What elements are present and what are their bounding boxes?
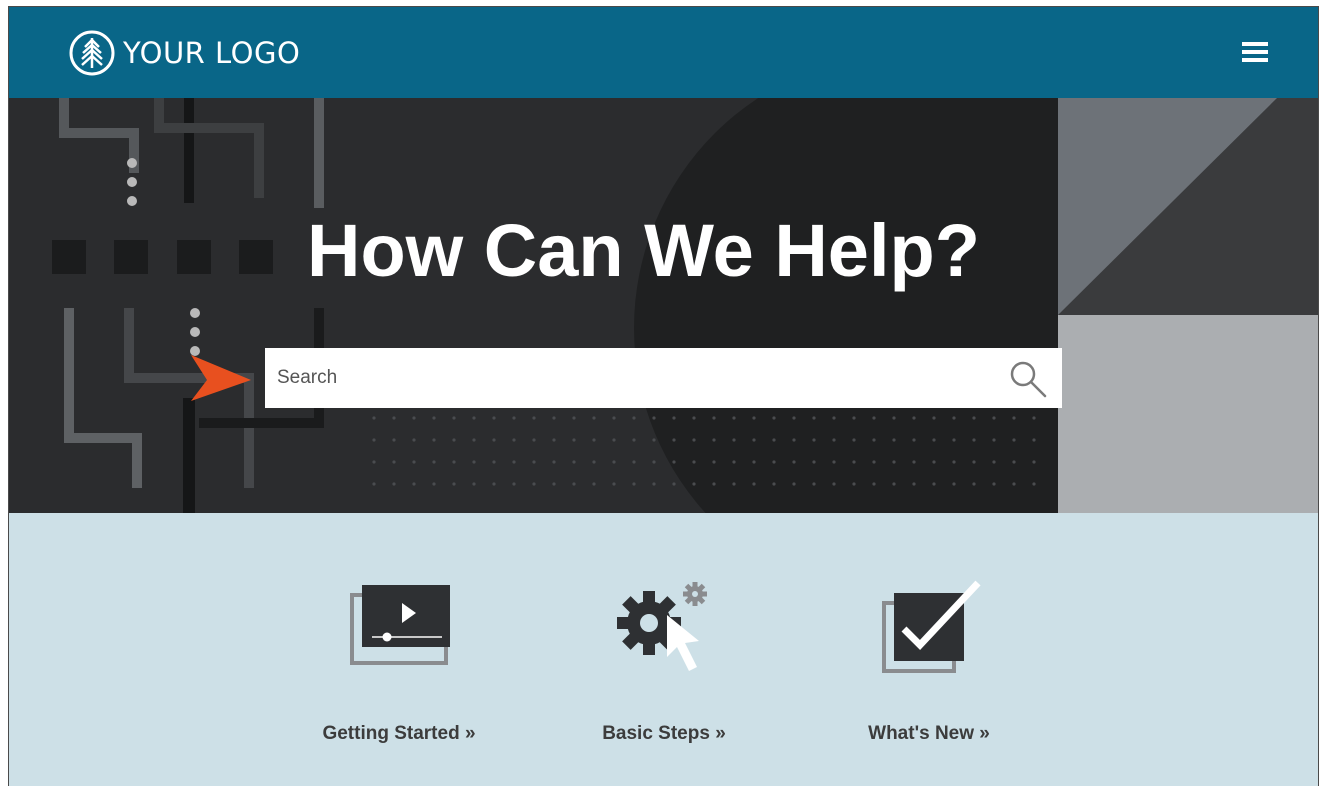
page-frame: YOUR LOGO How Can We Help? Search Gettin… <box>8 6 1319 786</box>
hamburger-menu-icon[interactable] <box>1240 40 1270 64</box>
tile-label: What's New » <box>868 723 990 744</box>
tile-basic-steps[interactable]: Basic Steps » <box>554 513 774 786</box>
hero-title: How Can We Help? <box>307 209 980 292</box>
search-icon[interactable] <box>1008 360 1048 398</box>
arrow-pointer-icon <box>191 355 251 401</box>
search-input[interactable] <box>265 348 1005 408</box>
tile-getting-started[interactable]: Getting Started » <box>289 513 509 786</box>
search-box <box>265 348 1062 408</box>
logo[interactable]: YOUR LOGO <box>69 24 300 82</box>
tile-whats-new[interactable]: What's New » <box>819 513 1039 786</box>
logo-text: YOUR LOGO <box>123 36 301 70</box>
top-bar: YOUR LOGO <box>9 7 1318 98</box>
checkbox-icon <box>882 580 981 673</box>
tile-label: Basic Steps » <box>602 723 726 744</box>
quick-links-section: Getting Started » Basic Steps » What's N… <box>9 513 1318 786</box>
hero-background <box>9 98 1318 513</box>
video-player-icon <box>350 585 450 665</box>
tile-label: Getting Started » <box>322 723 476 744</box>
gear-cursor-icon <box>617 582 707 671</box>
tree-icon <box>69 30 115 76</box>
hero-banner: How Can We Help? <box>9 98 1318 513</box>
